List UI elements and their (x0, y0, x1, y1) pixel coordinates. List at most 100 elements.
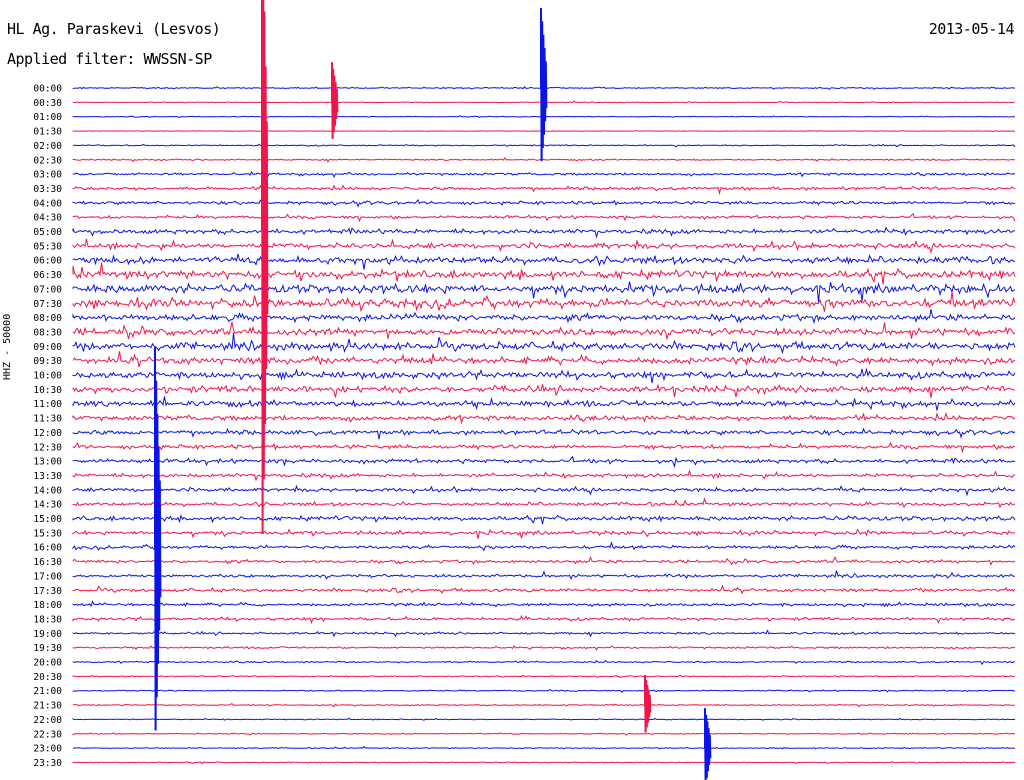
tick-label-27: 13:30 (33, 471, 62, 482)
trace-line-13 (72, 262, 1016, 285)
event-spike-4 (154, 347, 162, 731)
tick-label-0: 00:00 (33, 84, 62, 95)
trace-line-9 (72, 212, 1016, 223)
trace-line-41 (72, 674, 1016, 679)
tick-label-34: 17:00 (33, 571, 62, 582)
tick-label-45: 22:30 (33, 729, 62, 740)
tick-label-28: 14:00 (33, 485, 62, 496)
tick-label-47: 23:30 (33, 758, 62, 769)
event-spike-2 (261, 0, 269, 535)
tick-label-41: 20:30 (33, 672, 62, 683)
event-spike-5 (644, 674, 652, 733)
trace-line-5 (72, 157, 1016, 163)
trace-line-45 (72, 732, 1015, 736)
tick-label-3: 01:30 (33, 127, 62, 138)
trace-line-47 (72, 761, 1016, 765)
helicorder-plot: 00:00 00:30 01:00 01:30 02:00 02:30 03:00 03:30… (33, 0, 1016, 780)
tick-label-8: 04:00 (33, 198, 62, 209)
trace-line-22 (72, 396, 1016, 411)
tick-label-5: 02:30 (33, 155, 62, 166)
tick-label-26: 13:00 (33, 457, 62, 468)
tick-label-20: 10:00 (33, 371, 62, 382)
trace-line-23 (72, 411, 1016, 425)
tick-label-43: 21:30 (33, 701, 62, 712)
trace-line-38 (72, 629, 1016, 638)
trace-line-17 (72, 321, 1016, 340)
trace-line-37 (72, 614, 1016, 625)
trace-line-26 (72, 455, 1016, 469)
tick-label-33: 16:30 (33, 557, 62, 568)
trace-line-36 (72, 600, 1016, 608)
tick-label-4: 02:00 (33, 141, 62, 152)
trace-line-29 (72, 497, 1016, 509)
trace-line-14 (72, 281, 1016, 303)
trace-line-46 (73, 745, 1016, 750)
trace-line-15 (72, 291, 1016, 313)
trace-line-11 (72, 238, 1016, 255)
trace-line-16 (72, 309, 1016, 325)
tick-label-35: 17:30 (33, 586, 62, 597)
tick-label-32: 16:00 (33, 543, 62, 554)
event-spike-1 (540, 7, 548, 162)
tick-label-15: 07:30 (33, 299, 62, 310)
tick-label-11: 05:30 (33, 241, 62, 252)
trace-line-34 (72, 570, 1016, 581)
trace-line-33 (72, 556, 1016, 566)
tick-label-1: 00:30 (33, 98, 62, 109)
tick-label-7: 03:30 (33, 184, 62, 195)
tick-label-2: 01:00 (33, 112, 62, 123)
tick-label-36: 18:00 (33, 600, 62, 611)
trace-line-31 (72, 528, 1016, 539)
trace-line-12 (72, 253, 1016, 270)
tick-label-29: 14:30 (33, 500, 62, 511)
trace-group (72, 0, 1016, 780)
tick-label-18: 09:00 (33, 342, 62, 353)
trace-line-20 (72, 367, 1016, 384)
tick-label-21: 10:30 (33, 385, 62, 396)
trace-line-30 (72, 514, 1016, 525)
trace-line-18 (72, 332, 1016, 355)
tick-label-46: 23:00 (33, 744, 62, 755)
tick-label-24: 12:00 (33, 428, 62, 439)
tick-label-42: 21:00 (33, 686, 62, 697)
tick-label-39: 19:30 (33, 643, 62, 654)
trace-line-10 (72, 226, 1016, 239)
trace-line-6 (72, 170, 1016, 179)
tick-label-30: 15:00 (33, 514, 62, 525)
trace-line-42 (72, 688, 1016, 693)
tick-label-19: 09:30 (33, 356, 62, 367)
trace-line-4 (73, 143, 1016, 148)
trace-line-28 (72, 484, 1016, 497)
tick-label-37: 18:30 (33, 614, 62, 625)
tick-label-14: 07:00 (33, 284, 62, 295)
tick-label-17: 08:30 (33, 327, 62, 338)
trace-line-43 (72, 703, 1015, 708)
trace-line-24 (72, 427, 1016, 440)
trace-line-19 (72, 351, 1016, 368)
tick-label-10: 05:00 (33, 227, 62, 238)
tick-label-25: 12:30 (33, 442, 62, 453)
tick-label-31: 15:30 (33, 528, 62, 539)
tick-label-38: 19:00 (33, 629, 62, 640)
tick-label-6: 03:00 (33, 170, 62, 181)
tick-label-16: 08:00 (33, 313, 62, 324)
trace-line-35 (72, 584, 1016, 595)
trace-line-39 (72, 645, 1016, 651)
tick-label-9: 04:30 (33, 213, 62, 224)
event-spike-3 (331, 62, 339, 140)
trace-line-7 (72, 184, 1016, 196)
tick-label-13: 06:30 (33, 270, 62, 281)
trace-line-40 (72, 659, 1016, 666)
tick-label-23: 11:30 (33, 414, 62, 425)
trace-line-8 (72, 198, 1016, 208)
tick-label-12: 06:00 (33, 256, 62, 267)
trace-line-32 (72, 541, 1016, 552)
trace-line-27 (72, 469, 1016, 482)
trace-line-25 (72, 441, 1016, 454)
tick-label-44: 22:00 (33, 715, 62, 726)
trace-line-21 (72, 383, 1016, 398)
time-tick-labels: 00:00 00:30 01:00 01:30 02:00 02:30 03:00 03:30… (33, 84, 62, 769)
tick-label-22: 11:00 (33, 399, 62, 410)
trace-line-44 (72, 717, 1016, 721)
tick-label-40: 20:00 (33, 658, 62, 669)
